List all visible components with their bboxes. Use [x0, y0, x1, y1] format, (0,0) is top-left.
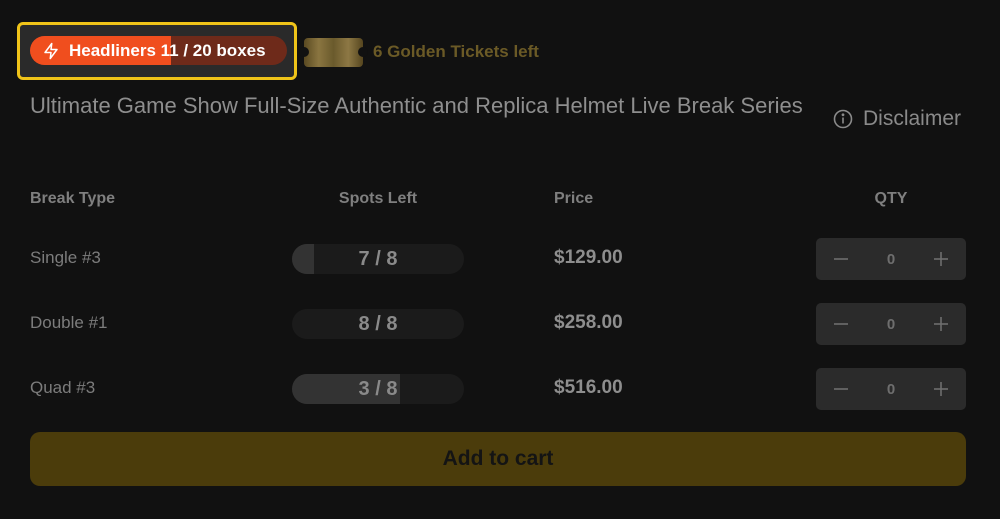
price-cell: $258.00	[554, 312, 623, 333]
spots-left-bar: 3 / 8	[292, 374, 464, 404]
plus-icon[interactable]	[932, 380, 950, 398]
header-spots-left: Spots Left	[338, 190, 418, 207]
header-qty: QTY	[874, 190, 908, 207]
minus-icon[interactable]	[832, 250, 850, 268]
golden-ticket-icon	[299, 38, 368, 67]
info-circle-icon	[833, 109, 853, 129]
spots-left-value: 3 / 8	[358, 377, 398, 400]
headliner-label: Headliners 11 / 20 boxes	[69, 40, 266, 60]
table-row: Double #1 8 / 8 $258.00 0	[0, 303, 1000, 347]
quantity-stepper: 0	[816, 303, 966, 345]
table-row: Single #3 7 / 8 $129.00 0	[0, 238, 1000, 282]
quantity-stepper: 0	[816, 368, 966, 410]
headliner-content: Headliners 11 / 20 boxes	[30, 36, 287, 65]
minus-icon[interactable]	[832, 380, 850, 398]
table-row: Quad #3 3 / 8 $516.00 0	[0, 368, 1000, 412]
minus-icon[interactable]	[832, 315, 850, 333]
quantity-stepper: 0	[816, 238, 966, 280]
disclaimer-link[interactable]: Disclaimer	[833, 107, 961, 131]
break-type-cell: Double #1	[30, 313, 108, 332]
spots-left-bar: 8 / 8	[292, 309, 464, 339]
golden-tickets-label: 6 Golden Tickets left	[373, 42, 539, 61]
page-title: Ultimate Game Show Full-Size Authentic a…	[30, 93, 803, 118]
break-type-cell: Single #3	[30, 248, 101, 267]
header-break-type: Break Type	[30, 190, 116, 207]
plus-icon[interactable]	[932, 315, 950, 333]
disclaimer-label: Disclaimer	[863, 107, 962, 130]
spots-left-value: 7 / 8	[358, 247, 398, 270]
add-to-cart-button[interactable]: Add to cart	[30, 432, 966, 486]
quantity-value[interactable]: 0	[887, 251, 895, 268]
header-price: Price	[554, 190, 594, 207]
plus-icon[interactable]	[932, 250, 950, 268]
lightning-bolt-icon	[42, 42, 60, 60]
spots-left-bar: 7 / 8	[292, 244, 464, 274]
price-cell: $129.00	[554, 247, 623, 268]
quantity-value[interactable]: 0	[887, 381, 895, 398]
break-type-cell: Quad #3	[30, 378, 96, 397]
headliner-progress-pill[interactable]: Headliners 11 / 20 boxes	[30, 36, 287, 65]
price-cell: $516.00	[554, 377, 623, 398]
spots-left-value: 8 / 8	[358, 312, 398, 335]
quantity-value[interactable]: 0	[887, 316, 895, 333]
